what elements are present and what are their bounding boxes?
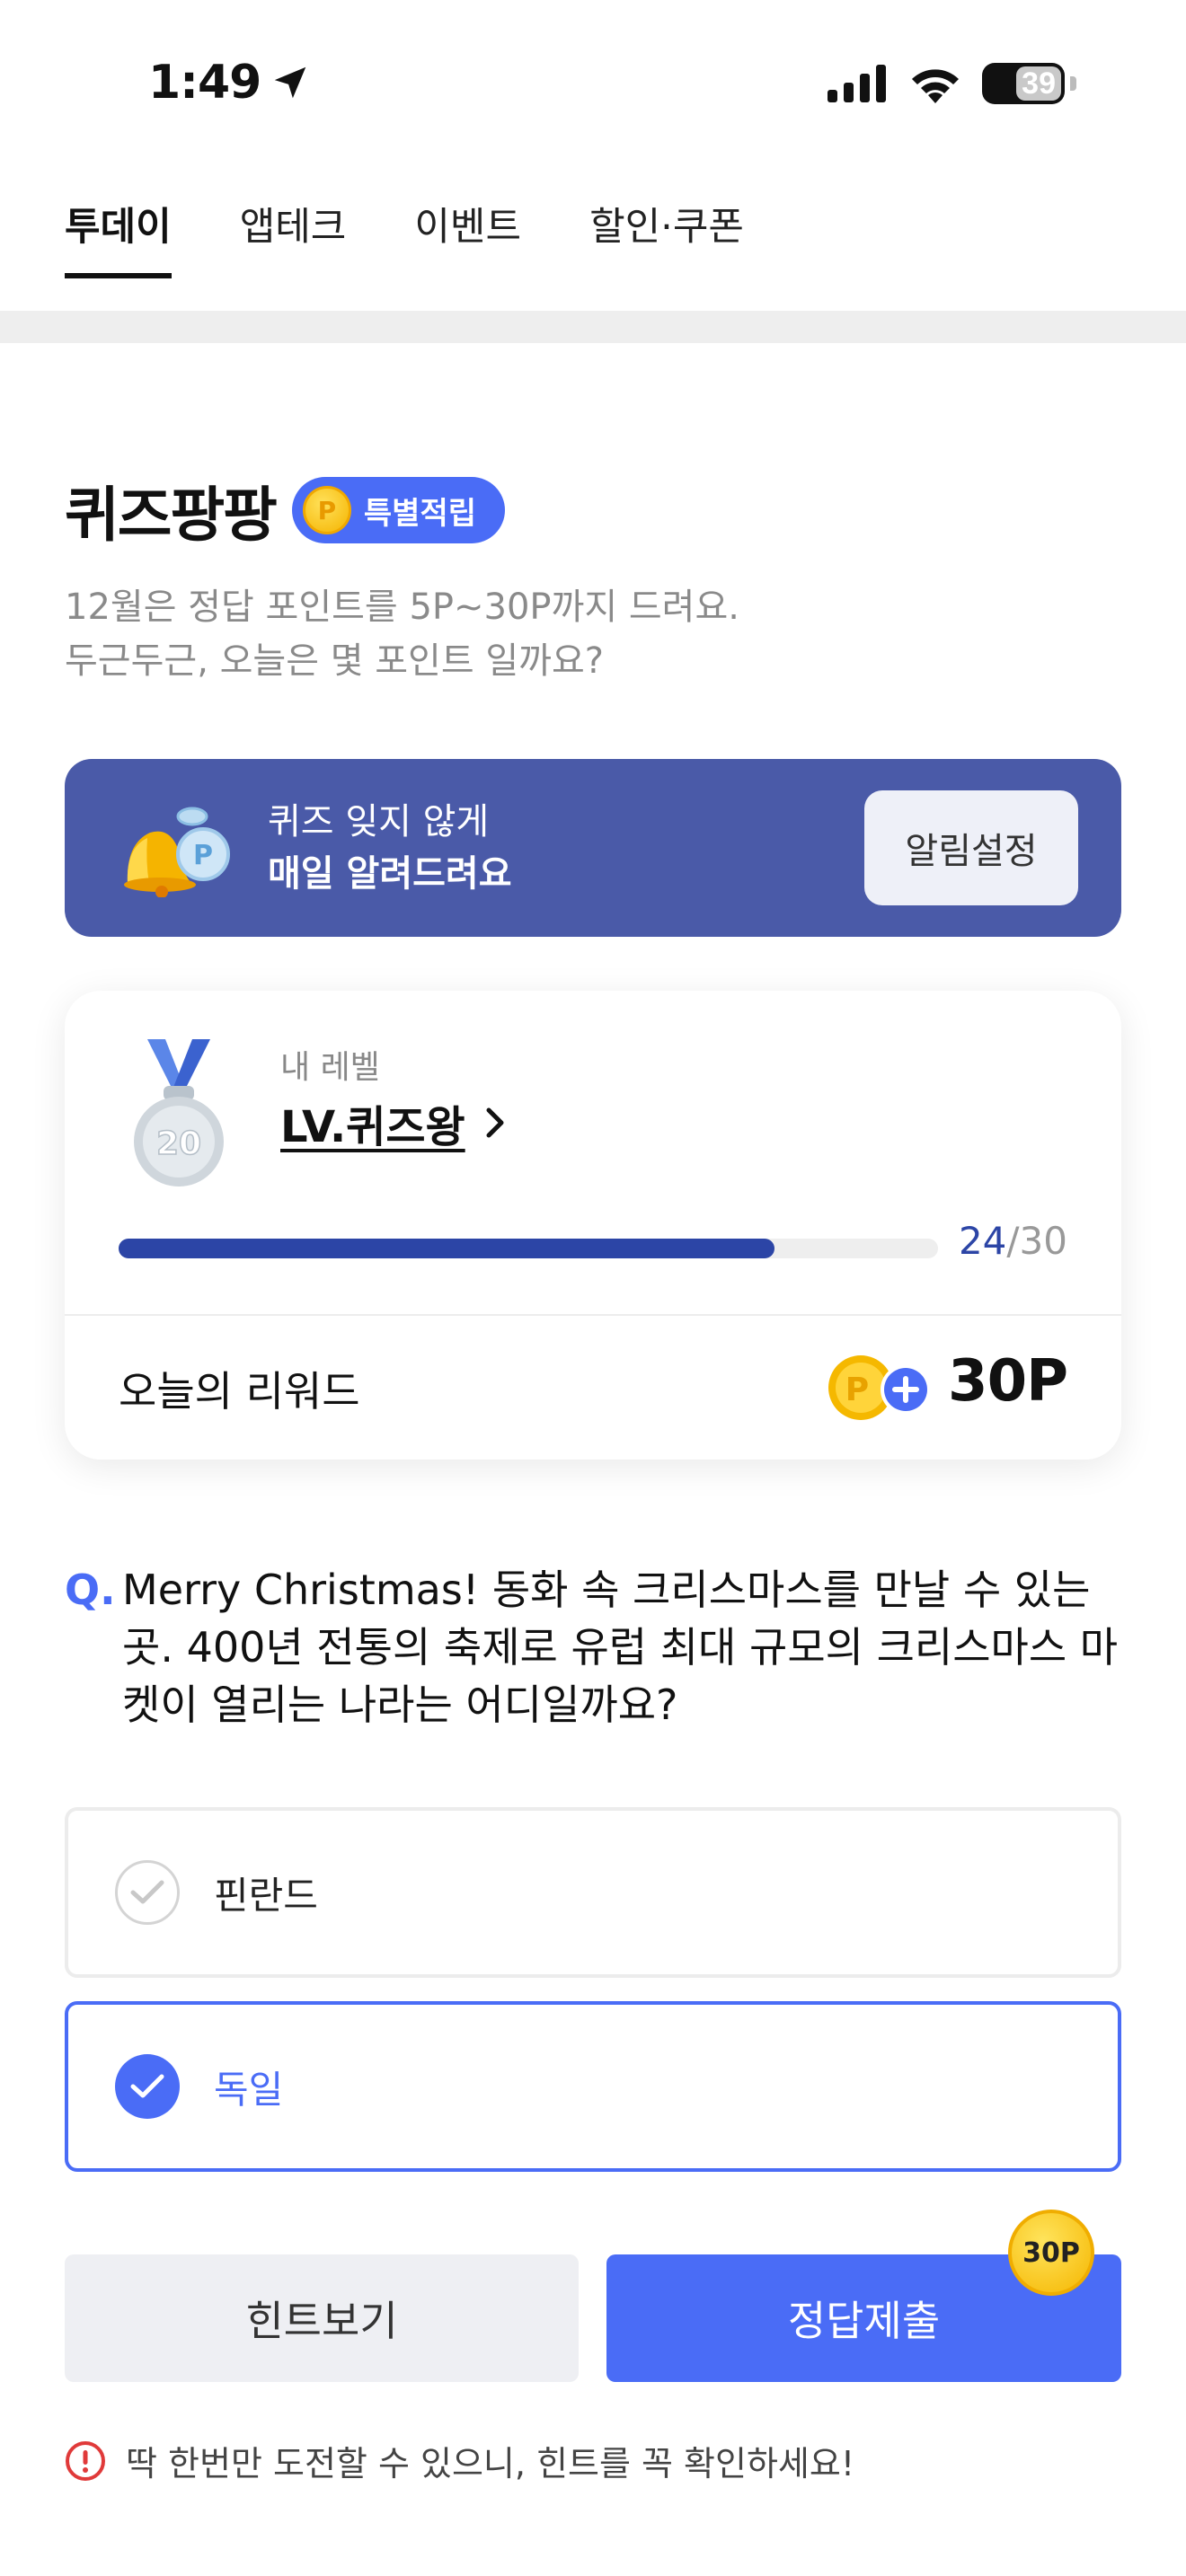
alarm-message: 퀴즈 잊지 않게 매일 알려드려요 [268, 796, 864, 900]
unchecked-icon [115, 1860, 180, 1925]
my-level-label: 내 레벨 [280, 1049, 380, 1086]
status-time-text: 1:49 [148, 56, 261, 110]
medal-number: 20 [156, 1125, 201, 1162]
status-bar: 1:49 39 [0, 0, 1186, 171]
top-tabs: 투데이 앱테크 이벤트 할인·쿠폰 [65, 196, 744, 278]
wifi-icon [912, 69, 959, 103]
page-title: 퀴즈팡팡 [65, 481, 278, 550]
status-indicators: 39 [828, 63, 1076, 104]
battery-level: 39 [1022, 66, 1056, 101]
card-divider [65, 1314, 1121, 1316]
description-line-1: 12월은 정답 포인트를 5P~30P까지 드려요. [65, 587, 739, 628]
bell-icon: P [124, 807, 230, 897]
tab-event[interactable]: 이벤트 [414, 196, 521, 278]
option-label: 독일 [214, 2067, 284, 2112]
reward-value: 30P [948, 1348, 1068, 1415]
status-time: 1:49 [148, 56, 311, 110]
level-progress-text: 24/30 [959, 1219, 1067, 1263]
tab-apptech[interactable]: 앱테크 [240, 196, 347, 278]
option-label: 핀란드 [214, 1873, 318, 1918]
battery-icon: 39 [982, 63, 1065, 104]
coin-icon: P [302, 486, 351, 534]
warning-note: 딱 한번만 도전할 수 있으니, 힌트를 꼭 확인하세요! [65, 2436, 854, 2485]
points-coin-badge: 30P [1008, 2210, 1094, 2296]
quiz-description: 12월은 정답 포인트를 5P~30P까지 드려요. 두근두근, 오늘은 몇 포… [65, 580, 739, 688]
location-arrow-icon [275, 66, 306, 99]
answer-option-finland[interactable]: 핀란드 [65, 1807, 1121, 1978]
level-name-link[interactable]: LV.퀴즈왕 [280, 1091, 509, 1154]
description-line-2: 두근두근, 오늘은 몇 포인트 일까요? [65, 640, 605, 682]
progress-total: /30 [1006, 1219, 1067, 1263]
alarm-settings-button[interactable]: 알림설정 [864, 790, 1078, 905]
quiz-question: Q. Merry Christmas! 동화 속 크리스마스를 만날 수 있는 … [65, 1561, 1125, 1734]
reward-label: 오늘의 리워드 [119, 1367, 360, 1416]
answer-option-germany[interactable]: 독일 [65, 2001, 1121, 2172]
level-progress-bar [119, 1239, 938, 1258]
alarm-line-2: 매일 알려드려요 [268, 853, 512, 895]
cellular-signal-icon [828, 65, 886, 102]
svg-text:P: P [193, 840, 213, 871]
alarm-line-1: 퀴즈 잊지 않게 [268, 801, 490, 842]
level-progress-fill [119, 1239, 774, 1258]
tab-discount-coupon[interactable]: 할인·쿠폰 [589, 196, 744, 278]
warning-icon [66, 2440, 105, 2481]
level-name: LV.퀴즈왕 [280, 1102, 465, 1152]
question-mark: Q. [65, 1566, 116, 1614]
hint-button[interactable]: 힌트보기 [65, 2254, 579, 2382]
section-divider [0, 311, 1186, 343]
medal-icon: 20 [134, 1039, 224, 1187]
svg-text:P: P [845, 1372, 869, 1408]
quiz-header: 퀴즈팡팡 P 특별적립 [65, 467, 506, 553]
coin-plus-icon: P [828, 1355, 931, 1420]
tab-today[interactable]: 투데이 [65, 196, 172, 278]
special-points-badge: P 특별적립 [291, 477, 506, 543]
progress-current: 24 [958, 1219, 1007, 1263]
question-text: Merry Christmas! 동화 속 크리스마스를 만날 수 있는 곳. … [122, 1566, 1119, 1729]
checked-icon [115, 2054, 180, 2119]
battery-cap [1070, 76, 1076, 91]
badge-label: 특별적립 [363, 495, 477, 532]
warning-text: 딱 한번만 도전할 수 있으니, 힌트를 꼭 확인하세요! [126, 2444, 855, 2483]
chevron-right-icon [486, 1107, 504, 1138]
alarm-banner: P 퀴즈 잊지 않게 매일 알려드려요 알림설정 [65, 759, 1121, 937]
level-card: 20 내 레벨 LV.퀴즈왕 24/30 오늘의 리워드 P 30P [65, 991, 1121, 1460]
